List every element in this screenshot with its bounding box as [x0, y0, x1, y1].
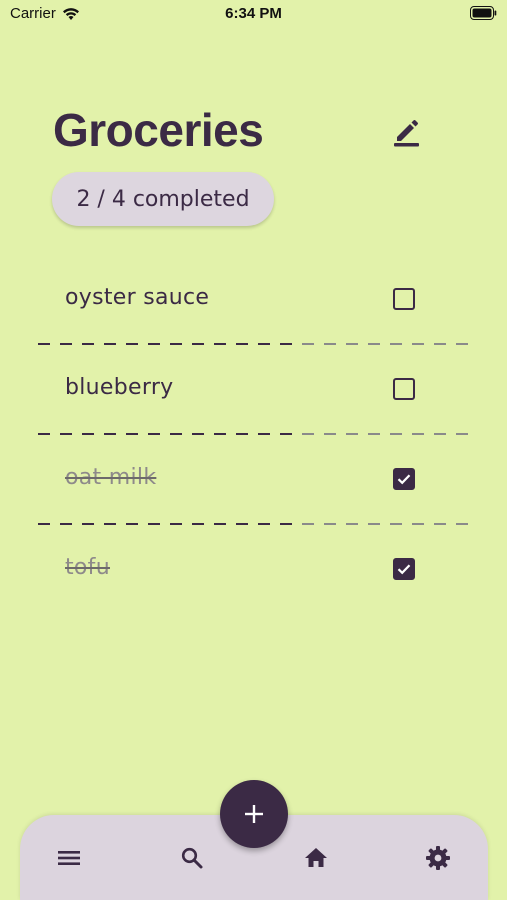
edit-title-button[interactable] [390, 115, 424, 149]
status-bar: Carrier 6:34 PM [0, 0, 507, 30]
grocery-list: oyster sauce blueberry oat milk tofu [38, 255, 470, 615]
list-item[interactable]: oyster sauce [38, 255, 470, 345]
item-checkbox[interactable] [393, 288, 415, 310]
item-checkbox[interactable] [393, 468, 415, 490]
progress-text: 2 / 4 completed [76, 186, 250, 212]
battery-icon [470, 6, 497, 20]
menu-button[interactable] [54, 843, 84, 873]
menu-icon [58, 851, 80, 865]
plus-icon [245, 805, 263, 823]
item-label: blueberry [65, 375, 174, 400]
search-icon [181, 847, 203, 869]
search-button[interactable] [177, 843, 207, 873]
home-icon [305, 848, 327, 867]
checkmark-icon [397, 474, 411, 485]
item-checkbox[interactable] [393, 558, 415, 580]
home-button[interactable] [301, 843, 331, 873]
list-item[interactable]: blueberry [38, 345, 470, 435]
status-time: 6:34 PM [225, 5, 282, 22]
checkmark-icon [397, 564, 411, 575]
item-checkbox[interactable] [393, 378, 415, 400]
settings-button[interactable] [423, 843, 453, 873]
progress-badge: 2 / 4 completed [52, 172, 274, 226]
list-title: Groceries [53, 104, 264, 156]
gear-icon [426, 846, 450, 870]
item-label: tofu [65, 555, 110, 580]
add-item-button[interactable] [220, 780, 288, 848]
list-item[interactable]: tofu [38, 525, 470, 615]
item-label: oat milk [65, 465, 157, 490]
pencil-icon [394, 120, 419, 147]
list-item[interactable]: oat milk [38, 435, 470, 525]
item-label: oyster sauce [65, 285, 210, 310]
